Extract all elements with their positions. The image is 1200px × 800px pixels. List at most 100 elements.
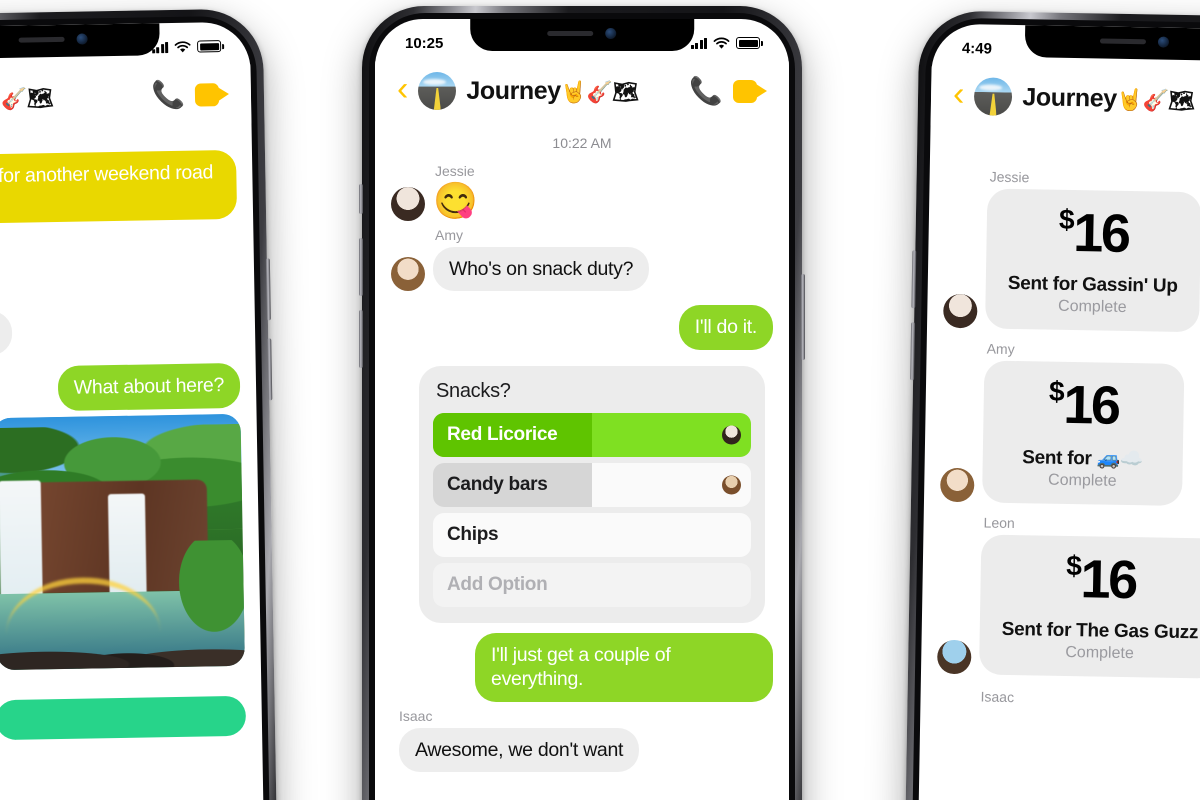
signal-bars-icon (690, 37, 707, 49)
front-camera-icon (76, 32, 88, 45)
phone-center-volume-down[interactable] (359, 310, 363, 368)
phone-right-thread: 4:22 PM Jessie $16 Sent for Gassin' Up C… (918, 126, 1200, 800)
payment-card[interactable]: $16 Sent for Gassin' Up Complete (985, 188, 1200, 333)
phone-center-screen: 10:25 ‹ Journey🤘🎸🗺 📞 10:22 AM Jessie 😋 A… (375, 19, 789, 800)
payment-purpose: Sent for The Gas Guzz (1001, 618, 1199, 644)
wifi-icon (174, 40, 191, 52)
poll-option-red-licorice[interactable]: Red Licorice (433, 412, 751, 457)
thread-timestamp: 10:22 AM (552, 135, 612, 151)
payment-status: Complete (1065, 643, 1134, 663)
title-emojis: 🤘🎸🗺 (0, 86, 54, 111)
message-sender: Amy (435, 227, 463, 243)
poll-option-label: Candy bars (447, 473, 548, 495)
poll-add-option[interactable]: Add Option (433, 562, 751, 607)
message-row: Awesome, we don't want (399, 727, 773, 772)
message-bubble[interactable]: Who's down for another weekend road trip… (0, 149, 238, 225)
message-sender: Isaac (399, 707, 433, 724)
earpiece-speaker-icon (547, 30, 594, 36)
message-bubble[interactable]: I'll do it. (678, 305, 773, 350)
phone-right-notch (1024, 25, 1200, 61)
phone-right: 4:49 ‹ Journey🤘🎸🗺 Jessie $16 Sent for Ga… (904, 10, 1200, 800)
status-time: 4:49 (961, 39, 993, 58)
video-icon[interactable] (733, 79, 767, 103)
poll-voter-avatar[interactable] (722, 425, 741, 445)
phone-center: 10:25 ‹ Journey🤘🎸🗺 📞 10:22 AM Jessie 😋 A… (359, 6, 805, 800)
video-icon[interactable] (194, 82, 230, 107)
phone-center-thread: 10:22 AM Jessie 😋 Amy Who's on snack dut… (375, 121, 789, 800)
phone-right-navbar: ‹ Journey🤘🎸🗺 (930, 65, 1200, 133)
title-emojis: 🤘🎸🗺 (560, 80, 639, 104)
phone-center-mute-switch[interactable] (359, 184, 363, 214)
avatar[interactable] (936, 639, 972, 675)
payment-card[interactable]: $16 Sent for The Gas Guzz Complete (978, 534, 1200, 679)
phone-center-navbar: ‹ Journey🤘🎸🗺 📞 (375, 61, 789, 121)
message-row: Who's down for another weekend road trip… (0, 149, 238, 225)
payment-status: Complete (1057, 297, 1127, 316)
poll-voter-avatar[interactable] (722, 475, 741, 495)
message-row: we headed? (0, 307, 239, 358)
poll-add-option-label: Add Option (447, 573, 548, 595)
phone-center-power[interactable] (801, 274, 805, 360)
phone-left-volume-down[interactable] (267, 338, 273, 401)
earpiece-speaker-icon (1099, 37, 1146, 44)
payment-purpose: Sent for Gassin' Up (1007, 272, 1178, 297)
poll-option-chips[interactable]: Chips (433, 512, 751, 557)
message-sender: Leon (983, 514, 1015, 532)
waterfall-photo[interactable] (0, 413, 245, 670)
phone-left-screen: ‹ ey🤘🎸🗺 📞 Who's down for another weekend… (0, 21, 265, 800)
poll-card: Snacks? Red Licorice Candy bars Chips Ad… (419, 365, 765, 623)
avatar[interactable] (391, 187, 425, 221)
avatar[interactable] (391, 257, 425, 292)
group-avatar[interactable] (974, 77, 1013, 116)
payment-row: $16 Sent for 🚙☁️ Complete (939, 360, 1200, 508)
avatar[interactable] (939, 467, 975, 503)
phone-icon[interactable]: 📞 (689, 77, 723, 105)
thread-timestamp: 4:22 PM (946, 140, 1200, 162)
emoji-message[interactable]: 😋 (433, 183, 478, 221)
phone-left-volume-up[interactable] (265, 258, 271, 321)
phone-center-notch (470, 19, 694, 51)
message-row: What about here? (0, 362, 241, 414)
message-row: I'll do it. (391, 305, 773, 350)
payment-amount: $16 (1048, 374, 1120, 436)
poll-option-label: Chips (447, 523, 499, 545)
chevron-left-icon[interactable]: ‹ (397, 72, 408, 106)
conversation-title: ey🤘🎸🗺 (0, 83, 53, 114)
message-bubble[interactable]: Who's on snack duty? (433, 247, 650, 292)
chevron-left-icon[interactable]: ‹ (953, 75, 965, 113)
message-row: Who's on snack duty? (391, 247, 773, 292)
payment-amount: $16 (1058, 203, 1129, 264)
payment-row: $16 Sent for Gassin' Up Complete (943, 188, 1200, 334)
phone-left-navbar: ‹ ey🤘🎸🗺 📞 (0, 63, 252, 131)
message-sender: Jessie (435, 163, 475, 179)
group-avatar[interactable] (418, 72, 457, 110)
poll-option-label: Red Licorice (447, 423, 558, 445)
phone-left-notch (0, 23, 160, 59)
phone-right-screen: 4:49 ‹ Journey🤘🎸🗺 Jessie $16 Sent for Ga… (917, 23, 1200, 800)
message-bubble[interactable]: I'll just get a couple of everything. (475, 632, 773, 702)
currency-symbol: $ (1058, 203, 1074, 236)
front-camera-icon (1157, 35, 1169, 48)
payment-card[interactable]: $16 Sent for 🚙☁️ Complete (981, 360, 1185, 506)
status-time: 10:25 (405, 34, 444, 52)
message-row: 😋 (391, 183, 773, 221)
screenshot-stage: ‹ ey🤘🎸🗺 📞 Who's down for another weekend… (0, 0, 1200, 800)
message-bubble[interactable]: we headed? (0, 310, 13, 358)
front-camera-icon (605, 27, 617, 39)
message-sender: Jessie (989, 168, 1030, 186)
avatar[interactable] (943, 293, 978, 329)
battery-icon (197, 40, 222, 53)
message-bubble[interactable]: What about here? (57, 362, 241, 411)
currency-symbol: $ (1065, 549, 1082, 582)
phone-icon[interactable]: 📞 (151, 79, 185, 110)
message-bubble[interactable] (0, 695, 247, 740)
phone-left-thread: Who's down for another weekend road trip… (0, 124, 264, 800)
wifi-icon (713, 37, 730, 49)
payment-status: Complete (1047, 471, 1117, 490)
message-bubble[interactable]: Awesome, we don't want (399, 727, 640, 772)
phone-center-volume-up[interactable] (359, 238, 363, 296)
poll-option-candy-bars[interactable]: Candy bars (433, 462, 751, 507)
conversation-title: Journey🤘🎸🗺 (1022, 82, 1195, 113)
payment-row: $16 Sent for The Gas Guzz Complete (936, 534, 1200, 680)
message-sender: Isaac (980, 688, 1015, 706)
